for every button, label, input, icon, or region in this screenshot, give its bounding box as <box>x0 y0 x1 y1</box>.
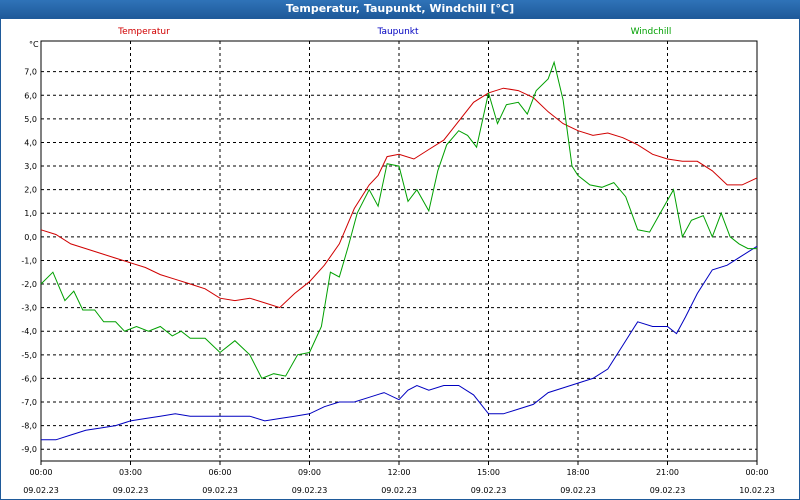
y-tick-label: -9,0 <box>21 445 37 454</box>
y-tick-label: -1,0 <box>21 256 37 265</box>
y-tick-label: -6,0 <box>21 374 37 383</box>
y-tick-label: 1,0 <box>24 209 37 218</box>
chart-title: Temperatur, Taupunkt, Windchill [°C] <box>285 2 515 15</box>
y-tick-label: 6,0 <box>24 91 37 100</box>
y-tick-label: -4,0 <box>21 327 37 336</box>
x-tick-date: 09.02.23 <box>113 486 149 495</box>
x-tick-date: 09.02.23 <box>381 486 417 495</box>
x-tick-time: 00:00 <box>29 468 52 477</box>
y-tick-label: 5,0 <box>24 115 37 124</box>
y-tick-label: -8,0 <box>21 422 37 431</box>
y-tick-label: -3,0 <box>21 304 37 313</box>
x-tick-time: 12:00 <box>387 468 410 477</box>
y-tick-label: -5,0 <box>21 351 37 360</box>
legend-temperatur: Temperatur <box>117 27 170 37</box>
line-chart: 7,0 6,0 5,0 4,0 3,0 2,0 1,0 0,0 -1,0 -2,0 -3,0 -4,0… <box>21 27 775 495</box>
x-tick-time: 03:00 <box>119 468 142 477</box>
chart-title-bar: Temperatur, Taupunkt, Windchill [°C] <box>0 0 800 18</box>
y-tick-label: 0,0 <box>24 233 37 242</box>
y-tick-label: -7,0 <box>21 398 37 407</box>
x-tick-date: 09.02.23 <box>650 486 686 495</box>
x-tick-time: 06:00 <box>208 468 231 477</box>
y-tick-label: 7,0 <box>24 68 37 77</box>
y-tick-label: -2,0 <box>21 280 37 289</box>
legend-windchill: Windchill <box>631 27 672 37</box>
x-tick-date: 09.02.23 <box>471 486 507 495</box>
x-tick-time: 00:00 <box>745 468 768 477</box>
x-tick-time: 18:00 <box>566 468 589 477</box>
chart-frame: 7,0 6,0 5,0 4,0 3,0 2,0 1,0 0,0 -1,0 -2,0 -3,0 -4,0… <box>0 18 800 500</box>
x-tick-date: 09.02.23 <box>292 486 328 495</box>
x-tick-time: 09:00 <box>298 468 321 477</box>
y-tick-label: 4,0 <box>24 138 37 147</box>
x-tick-date: 10.02.23 <box>739 486 775 495</box>
y-axis-unit: °C <box>29 40 39 49</box>
y-tick-label: 2,0 <box>24 186 37 195</box>
legend-taupunkt: Taupunkt <box>376 27 419 37</box>
x-tick-time: 21:00 <box>656 468 679 477</box>
y-tick-label: 3,0 <box>24 162 37 171</box>
x-tick-date: 09.02.23 <box>23 486 59 495</box>
x-tick-date: 09.02.23 <box>560 486 596 495</box>
x-tick-time: 15:00 <box>477 468 500 477</box>
x-tick-date: 09.02.23 <box>202 486 238 495</box>
